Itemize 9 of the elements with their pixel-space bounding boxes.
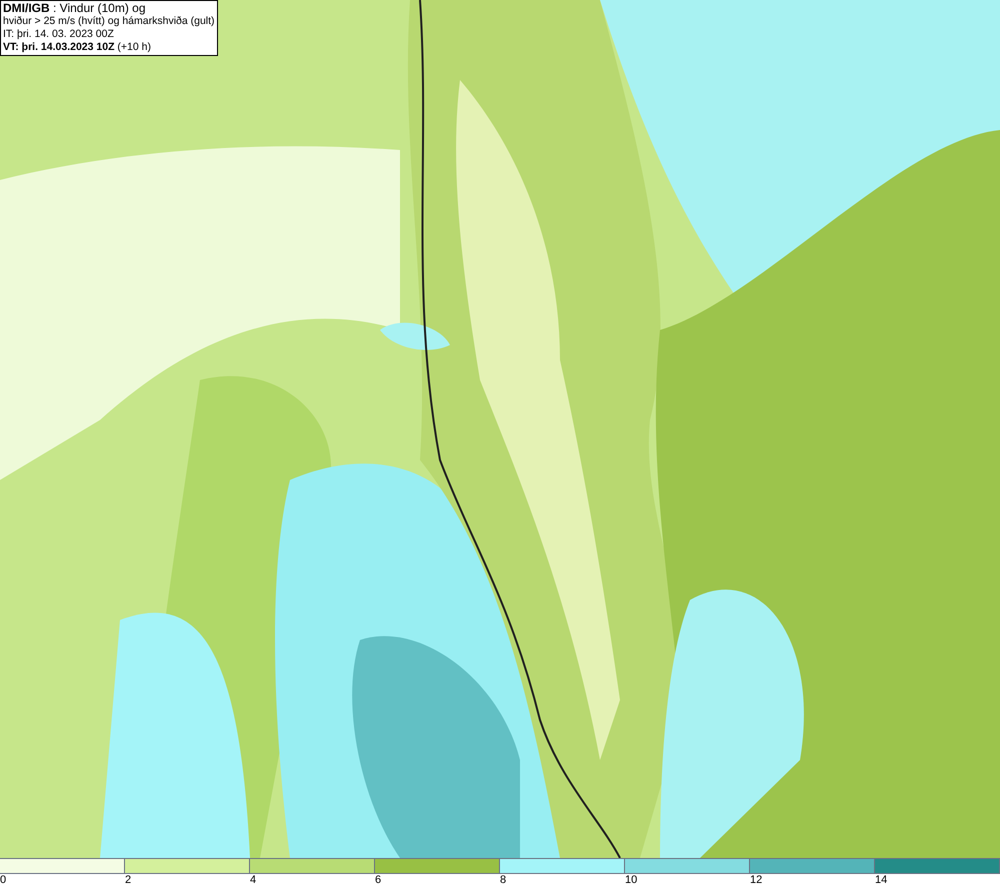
- map-caption: DMI/IGB : Vindur (10m) og hviður > 25 m/s (hvítt) og hámarkshviða (gult) IT: þri. 14. 03. 2023 00Z VT: þri. 14.03.2023 10Z (+10 h): [0, 0, 218, 56]
- legend-label: 2: [125, 874, 132, 887]
- legend-label: 4: [250, 874, 256, 887]
- legend-label: 6: [375, 874, 382, 887]
- legend-label: 8: [500, 874, 506, 887]
- legend-label: 10: [625, 874, 638, 887]
- legend-label: 14: [875, 874, 888, 887]
- legend-label: 0: [0, 874, 6, 887]
- legend-label: 12: [750, 874, 762, 887]
